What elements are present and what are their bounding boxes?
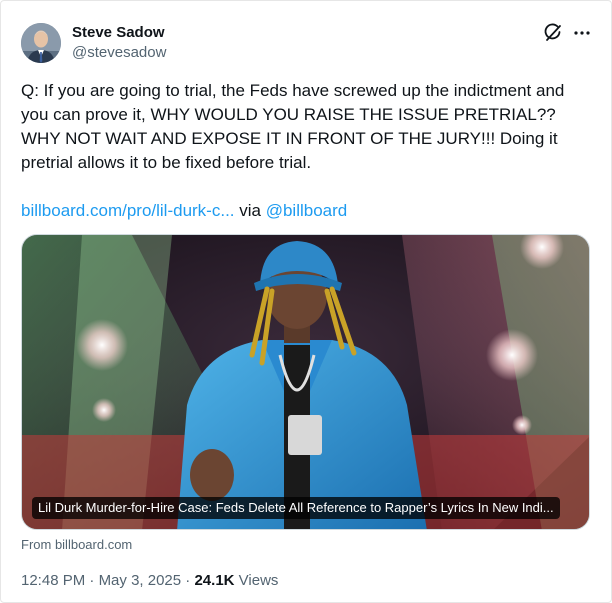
author-handle[interactable]: @stevesadow: [72, 44, 166, 61]
article-link[interactable]: billboard.com/pro/lil-durk-c...: [21, 201, 235, 220]
card-source[interactable]: From billboard.com: [21, 537, 132, 552]
post-date[interactable]: May 3, 2025: [99, 572, 182, 589]
grok-icon[interactable]: [543, 23, 563, 43]
views-label: Views: [234, 572, 279, 589]
views-count: 24.1K: [194, 572, 235, 589]
post-meta: 12:48 PM · May 3, 2025 · 24.1K Views: [21, 572, 278, 589]
link-preview-card[interactable]: Lil Durk Murder-for-Hire Case: Feds Dele…: [21, 234, 590, 530]
more-icon[interactable]: [572, 23, 592, 43]
author-avatar[interactable]: [21, 23, 61, 63]
via-label: via: [234, 201, 266, 220]
card-title: Lil Durk Murder-for-Hire Case: Feds Dele…: [32, 497, 560, 519]
profile-photo-icon: [21, 23, 61, 63]
author-name[interactable]: Steve Sadow: [72, 24, 165, 41]
article-thumbnail-image: [22, 235, 589, 529]
mention-link[interactable]: @billboard: [266, 201, 348, 220]
tweet-card: Steve Sadow @stevesadow Q: If you are go…: [0, 0, 612, 603]
post-time[interactable]: 12:48 PM: [21, 572, 85, 589]
meta-separator: ·: [85, 572, 99, 589]
meta-separator: ·: [181, 572, 195, 589]
post-link-line: billboard.com/pro/lil-durk-c... via @bil…: [21, 199, 347, 223]
post-text: Q: If you are going to trial, the Feds h…: [21, 81, 570, 172]
